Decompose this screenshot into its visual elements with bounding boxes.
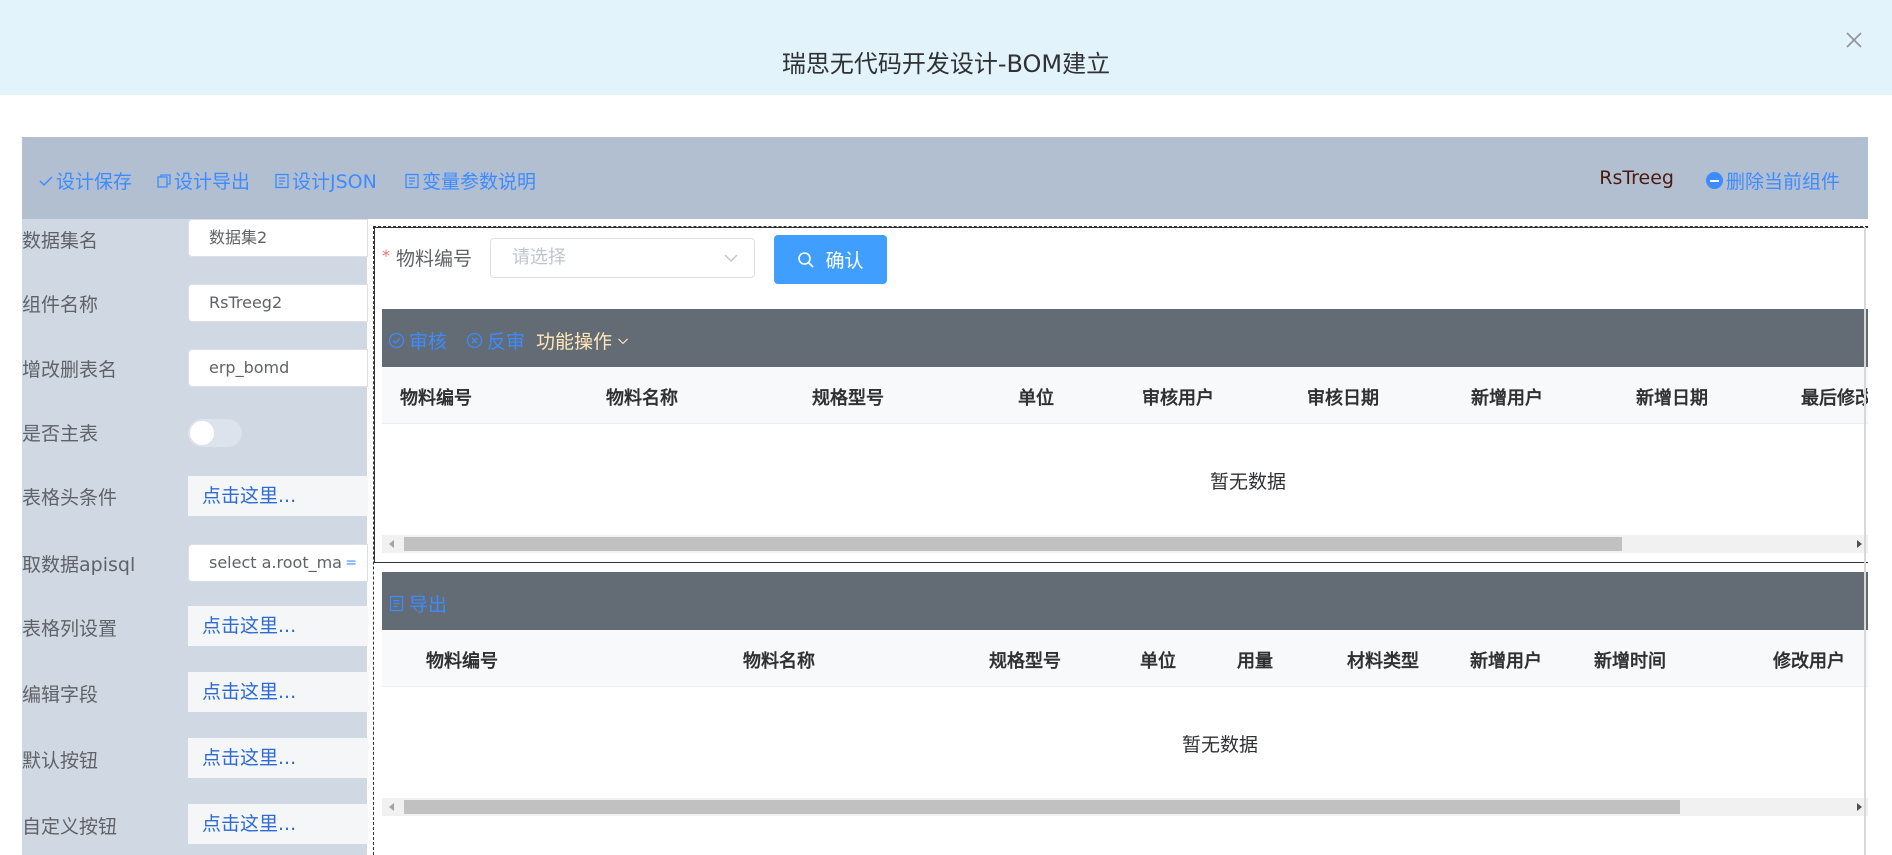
design-toolbar: 设计保存 设计导出 设计JSON 变量参数说明 RsTreeg 删除当前组件	[22, 137, 1868, 219]
functions-dropdown[interactable]: 功能操作	[536, 327, 630, 354]
apisql-input[interactable]: select a.root_ma =	[188, 544, 368, 582]
copy-icon	[157, 173, 171, 188]
export-button[interactable]: 导出	[388, 590, 447, 617]
document-icon	[389, 595, 404, 612]
table2-col-header[interactable]: 新增时间	[1594, 647, 1666, 673]
apisql-value: select a.root_ma	[209, 553, 342, 572]
table2-empty-text: 暂无数据	[1182, 734, 1259, 756]
unapprove-label: 反审	[487, 331, 526, 353]
table1-col-header[interactable]: 审核日期	[1307, 384, 1379, 410]
table1-col-header[interactable]: 新增用户	[1471, 384, 1543, 410]
unapprove-button[interactable]: 反审	[466, 327, 525, 354]
material-code-select[interactable]: 请选择	[490, 238, 755, 278]
crud-table-label: 增改删表名	[22, 359, 118, 381]
table1-col-header[interactable]: 单位	[1018, 384, 1054, 410]
custom-buttons-label: 自定义按钮	[22, 816, 118, 838]
variable-docs-button[interactable]: 变量参数说明	[404, 167, 536, 194]
table1-col-header[interactable]: 最后修改	[1801, 384, 1868, 410]
material-code-label: 物料编号	[396, 248, 473, 270]
custom-buttons-link[interactable]: 点击这里...	[188, 804, 368, 844]
table2-col-header[interactable]: 材料类型	[1347, 647, 1419, 673]
design-export-button[interactable]: 设计导出	[156, 167, 250, 194]
chevron-down-icon	[724, 254, 738, 262]
table1-col-header[interactable]: 审核用户	[1142, 384, 1214, 410]
current-component-name: RsTreeg	[1599, 167, 1674, 189]
table2-col-header[interactable]: 新增用户	[1470, 647, 1542, 673]
is-master-switch[interactable]	[188, 419, 242, 447]
crud-table-input[interactable]: erp_bomd	[188, 349, 368, 387]
default-buttons-label: 默认按钮	[22, 750, 99, 772]
component-name-label: 组件名称	[22, 294, 99, 316]
table2-col-header[interactable]: 单位	[1140, 647, 1176, 673]
design-export-label: 设计导出	[174, 171, 251, 193]
confirm-label: 确认	[825, 250, 864, 272]
scroll-right-icon[interactable]	[1857, 803, 1862, 811]
required-mark: *	[382, 246, 390, 265]
header-condition-link[interactable]: 点击这里...	[188, 476, 368, 516]
scroll-right-icon[interactable]	[1857, 540, 1862, 548]
apisql-label: 取数据apisql	[22, 554, 136, 576]
dataset-input[interactable]: 数据集2	[188, 219, 368, 257]
table1-col-header[interactable]: 规格型号	[812, 384, 884, 410]
close-circle-icon	[466, 332, 483, 349]
export-label: 导出	[409, 594, 448, 616]
component-name-input[interactable]: RsTreeg2	[188, 284, 368, 322]
columns-setting-link[interactable]: 点击这里...	[188, 606, 368, 646]
columns-setting-label: 表格列设置	[22, 618, 118, 640]
table2-toolbar: 导出	[382, 572, 1868, 630]
property-panel: 数据集名 数据集2 组件名称 RsTreeg2 增改删表名 erp_bomd 是…	[22, 219, 368, 855]
table2-horizontal-scrollbar[interactable]	[382, 798, 1868, 816]
close-icon[interactable]	[1844, 30, 1864, 50]
equals-icon: =	[345, 555, 357, 571]
table2-col-header[interactable]: 物料名称	[743, 647, 815, 673]
document-icon	[275, 173, 289, 188]
design-json-button[interactable]: 设计JSON	[274, 167, 377, 194]
table2-col-header[interactable]: 物料编号	[426, 647, 498, 673]
header-condition-label: 表格头条件	[22, 487, 118, 509]
edit-fields-link[interactable]: 点击这里...	[188, 672, 368, 712]
table1-col-header[interactable]: 物料名称	[606, 384, 678, 410]
confirm-button[interactable]: 确认	[774, 235, 887, 284]
edit-fields-label: 编辑字段	[22, 684, 99, 706]
table1-empty-text: 暂无数据	[1210, 471, 1287, 493]
table2-header: 物料编号 物料名称 规格型号 单位 用量 材料类型 新增用户 新增时间 修改用户	[382, 630, 1868, 687]
check-circle-icon	[388, 332, 405, 349]
table2-col-header[interactable]: 修改用户	[1773, 647, 1845, 673]
approve-button[interactable]: 审核	[388, 327, 447, 354]
dialog-title: 瑞思无代码开发设计-BOM建立	[781, 50, 1111, 78]
variable-docs-label: 变量参数说明	[422, 171, 537, 193]
table1-toolbar: 审核 反审 功能操作	[382, 309, 1868, 367]
delete-component-button[interactable]: 删除当前组件	[1705, 167, 1840, 194]
functions-label: 功能操作	[536, 331, 613, 353]
delete-component-label: 删除当前组件	[1725, 171, 1840, 193]
table1-header: 物料编号 物料名称 规格型号 单位 审核用户 审核日期 新增用户 新增日期 最后…	[382, 367, 1868, 424]
scrollbar-thumb[interactable]	[404, 800, 1680, 814]
dialog-header: 瑞思无代码开发设计-BOM建立	[0, 0, 1892, 95]
vertical-scrollbar[interactable]	[1864, 227, 1866, 855]
default-buttons-link[interactable]: 点击这里...	[188, 738, 368, 778]
material-code-placeholder: 请选择	[512, 247, 566, 268]
scrollbar-thumb[interactable]	[404, 537, 1622, 551]
document-icon	[405, 173, 419, 188]
design-save-button[interactable]: 设计保存	[38, 167, 132, 194]
table2-col-header[interactable]: 用量	[1237, 647, 1273, 673]
search-icon	[798, 251, 815, 268]
table1-col-header[interactable]: 物料编号	[400, 384, 472, 410]
scroll-left-icon[interactable]	[389, 803, 394, 811]
minus-circle-icon	[1705, 172, 1723, 189]
scroll-left-icon[interactable]	[389, 540, 394, 548]
chevron-down-icon	[618, 338, 628, 344]
table2-col-header[interactable]: 规格型号	[989, 647, 1061, 673]
dataset-label: 数据集名	[22, 230, 99, 252]
approve-label: 审核	[409, 331, 448, 353]
design-save-label: 设计保存	[56, 171, 133, 193]
check-icon	[39, 175, 53, 186]
table1-col-header[interactable]: 新增日期	[1636, 384, 1708, 410]
table1-horizontal-scrollbar[interactable]	[382, 535, 1868, 553]
is-master-label: 是否主表	[22, 423, 99, 445]
design-json-label: 设计JSON	[292, 171, 377, 193]
